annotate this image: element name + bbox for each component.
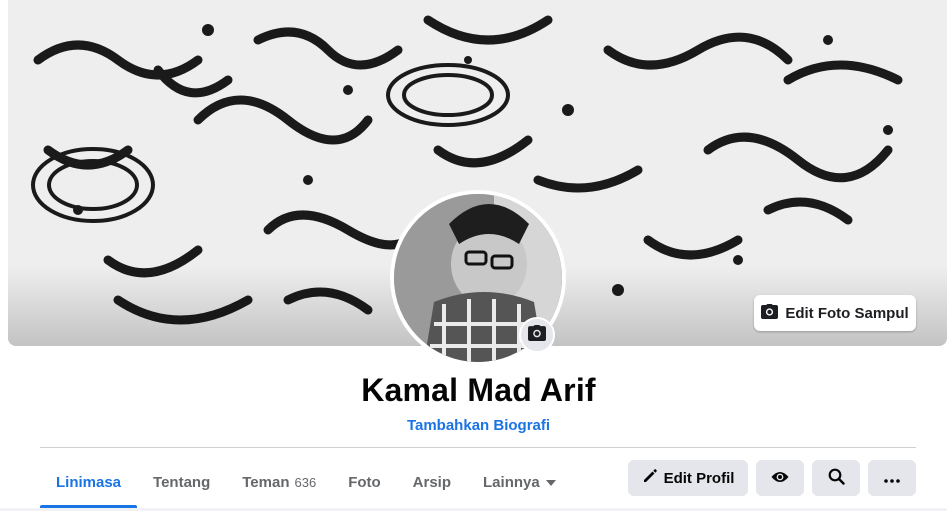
update-profile-picture-button[interactable] [519, 317, 555, 353]
eye-icon [771, 470, 789, 487]
edit-cover-label: Edit Foto Sampul [785, 304, 909, 322]
caret-down-icon [545, 474, 557, 491]
tab-tentang[interactable]: Tentang [137, 458, 226, 506]
profile-divider [40, 447, 916, 448]
camera-icon [761, 303, 779, 323]
profile-name: Kamal Mad Arif [361, 372, 596, 408]
profile-tabs: Linimasa Tentang Teman 636 Foto Arsip La… [40, 458, 573, 508]
more-icon [884, 470, 900, 487]
tab-label: Tentang [153, 473, 211, 491]
view-as-button[interactable] [756, 460, 804, 496]
camera-icon [528, 324, 546, 346]
edit-profile-button[interactable]: Edit Profil [628, 460, 748, 496]
tab-linimasa[interactable]: Linimasa [40, 458, 138, 508]
tab-foto[interactable]: Foto [332, 458, 396, 506]
tab-arsip[interactable]: Arsip [397, 458, 467, 506]
tab-label: Teman [242, 473, 290, 491]
more-options-button[interactable] [868, 460, 916, 496]
friends-count: 636 [294, 474, 317, 490]
tab-label: Linimasa [56, 473, 122, 491]
tab-label: Foto [348, 473, 381, 491]
edit-cover-photo-button[interactable]: Edit Foto Sampul [754, 295, 916, 331]
search-profile-button[interactable] [812, 460, 860, 496]
tab-label: Arsip [412, 473, 452, 491]
tab-teman[interactable]: Teman 636 [226, 458, 332, 506]
tab-label: Lainnya [483, 473, 540, 491]
profile-actions: Edit Profil [628, 460, 916, 496]
tab-lainnya[interactable]: Lainnya [467, 458, 573, 506]
search-icon [828, 468, 845, 489]
add-bio-link[interactable]: Tambahkan Biografi [0, 417, 947, 434]
pencil-icon [642, 468, 658, 488]
edit-profile-label: Edit Profil [663, 469, 735, 487]
